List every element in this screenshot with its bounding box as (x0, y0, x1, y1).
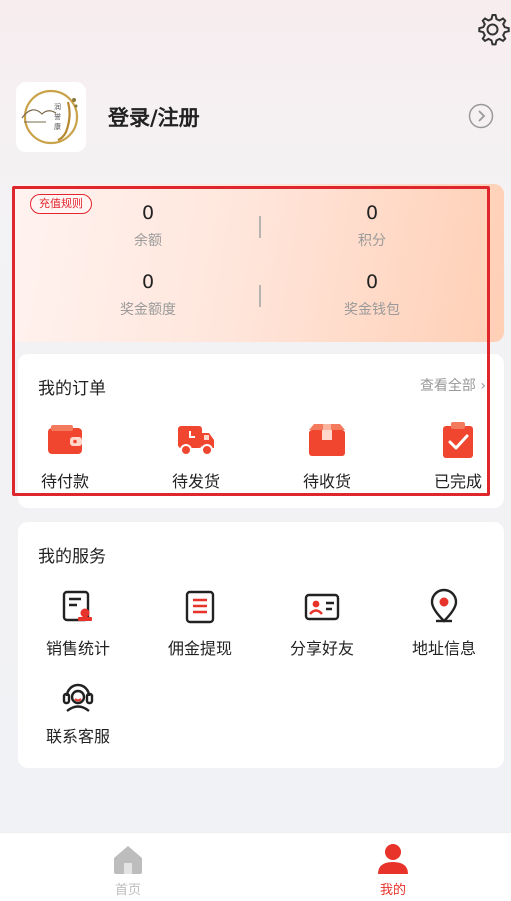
receipt-icon (185, 590, 215, 624)
service-share-friends[interactable]: 分享好友 (272, 588, 372, 659)
brand-logo: 润 誉 康 (16, 82, 86, 152)
tab-mine-label: 我的 (379, 883, 406, 898)
tab-home-label: 首页 (114, 883, 141, 898)
service-contact-support[interactable]: 联系客服 (28, 676, 128, 747)
highlight-frame (12, 186, 490, 496)
share-card-icon (304, 593, 340, 621)
svg-text:誉: 誉 (54, 112, 61, 121)
customer-service-icon (62, 683, 94, 712)
contact-support-label: 联系客服 (45, 727, 110, 746)
chevron-right-circle-icon[interactable] (468, 103, 494, 129)
profile-header[interactable]: 润 誉 康 登录/注册 (16, 82, 496, 154)
services-title: 我的服务 (38, 547, 106, 567)
svg-text:润: 润 (54, 102, 61, 111)
user-icon (378, 844, 408, 874)
my-services-card: 我的服务 销售统计 佣金提现 分享好友 地址信息 联系客服 (18, 522, 504, 768)
address-info-label: 地址信息 (411, 639, 476, 658)
service-sales-stats[interactable]: 销售统计 (28, 588, 128, 659)
commission-withdraw-label: 佣金提现 (167, 639, 232, 658)
sales-report-icon (62, 590, 92, 622)
sales-stats-label: 销售统计 (45, 639, 110, 658)
share-friends-label: 分享好友 (289, 639, 354, 658)
svg-text:康: 康 (54, 122, 61, 131)
bottom-tab-bar: 首页 我的 (0, 832, 511, 901)
service-address-info[interactable]: 地址信息 (394, 588, 494, 659)
tab-home[interactable]: 首页 (78, 841, 178, 898)
settings-gear-icon[interactable] (477, 12, 511, 46)
location-pin-icon (430, 588, 458, 623)
login-register-link[interactable]: 登录/注册 (108, 102, 200, 132)
service-commission-withdraw[interactable]: 佣金提现 (150, 588, 250, 659)
home-icon (114, 846, 142, 874)
tab-mine[interactable]: 我的 (343, 841, 443, 898)
